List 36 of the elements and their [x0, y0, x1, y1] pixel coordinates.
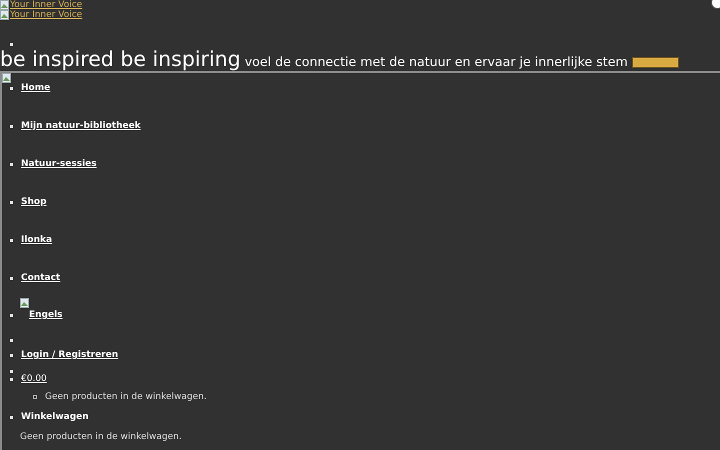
bullet	[10, 314, 13, 316]
nav-link[interactable]: Mijn natuur-bibliotheek	[21, 121, 141, 131]
nav-link[interactable]: Shop	[21, 197, 47, 207]
bullet	[33, 395, 37, 399]
nav-link[interactable]: Contact	[21, 273, 60, 283]
logo-link[interactable]: Your Inner Voice	[0, 0, 82, 10]
broken-image-icon	[0, 0, 9, 10]
bullet	[10, 338, 13, 342]
bullet	[10, 86, 13, 90]
empty-cart-message: Geen producten in de winkelwagen.	[45, 392, 207, 402]
bullet	[10, 162, 13, 166]
bullet	[10, 276, 13, 280]
empty-cart-message: Geen producten in de winkelwagen.	[19, 432, 183, 442]
nav-link[interactable]: Natuur-sessies	[21, 159, 97, 169]
accent-bar	[632, 56, 679, 68]
bullet	[10, 354, 13, 356]
tagline: voel de connectie met de natuur	[244, 54, 451, 69]
broken-image-icon	[20, 298, 29, 308]
nav-link[interactable]: Login / Registreren	[21, 350, 118, 360]
nav-link[interactable]: Home	[21, 83, 50, 93]
broken-image-icon	[2, 73, 11, 83]
bullet	[10, 370, 13, 372]
cart-total-link[interactable]: €0.00	[21, 374, 47, 384]
bullet	[10, 238, 13, 242]
bullet	[10, 378, 13, 380]
bullet	[10, 200, 13, 204]
bullet	[10, 43, 13, 46]
headline: be inspired be inspiring	[0, 48, 241, 71]
bullet	[10, 416, 13, 418]
bullet	[10, 124, 13, 128]
cart-heading: Winkelwagen	[21, 412, 89, 422]
nav-link[interactable]: Ilonka	[21, 235, 52, 245]
logo-link[interactable]: Your Inner Voice	[0, 10, 82, 20]
language-link[interactable]: Engels	[29, 310, 63, 320]
broken-image-icon	[0, 10, 9, 20]
tagline: en ervaar je innerlijke stem	[454, 54, 628, 69]
